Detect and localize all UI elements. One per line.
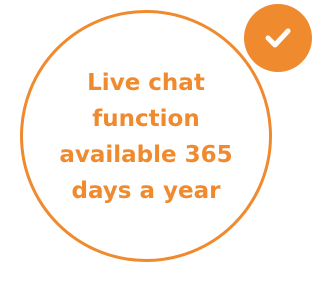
feature-card: Live chat function available 365 days a … — [0, 0, 315, 298]
feature-text-wrapper: Live chat function available 365 days a … — [20, 10, 272, 262]
feature-text: Live chat function available 365 days a … — [59, 70, 233, 204]
check-badge — [244, 4, 312, 72]
check-icon — [263, 26, 293, 50]
